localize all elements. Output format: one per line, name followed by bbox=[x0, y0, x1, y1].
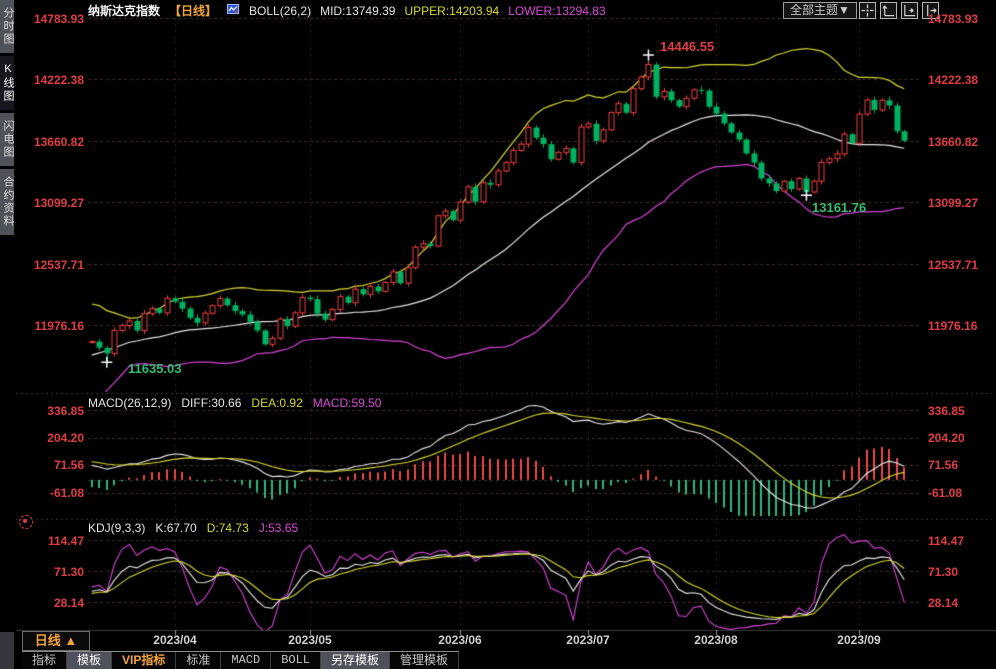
macd-dea-value: DEA:0.92 bbox=[251, 396, 303, 410]
macd-header: MACD(26,12,9) DIFF:30.66 DEA:0.92 MACD:5… bbox=[88, 396, 381, 410]
period-arrow-icon: ▲ bbox=[64, 633, 78, 648]
chart-header: 纳斯达克指数 【日线】 BOLL(26,2) MID:13749.39 UPPE… bbox=[88, 2, 606, 19]
symbol-title: 纳斯达克指数 bbox=[88, 4, 161, 18]
macd-params-label: MACD(26,12,9) bbox=[88, 396, 172, 410]
x-axis-label: 2023/08 bbox=[694, 633, 738, 647]
sidebar-item-timeshare[interactable]: 分时图 bbox=[0, 0, 14, 53]
price-axis-label: 12537.71 bbox=[33, 258, 84, 272]
kdj-axis-label: 71.30 bbox=[928, 565, 959, 579]
macd-axis-label: 204.20 bbox=[47, 431, 84, 445]
x-axis-label: 2023/06 bbox=[438, 633, 482, 647]
kdj-axis-label: 114.47 bbox=[47, 534, 84, 548]
macd-axis-label: -61.08 bbox=[928, 486, 963, 500]
price-axis-label: 13660.82 bbox=[33, 135, 84, 149]
period-select-button[interactable]: 日线 ▲ bbox=[22, 631, 90, 651]
tab-macd[interactable]: MACD bbox=[221, 652, 272, 669]
bottom-tab-bar: 指标 模板 VIP指标 标准 MACD BOLL 另存模板 管理模板 bbox=[22, 651, 460, 669]
zoom-vertical-icon[interactable] bbox=[880, 2, 897, 19]
main-chart-canvas[interactable] bbox=[0, 0, 996, 669]
kdj-axis-label: 71.30 bbox=[53, 565, 84, 579]
zoom-horizontal-icon[interactable] bbox=[901, 2, 918, 19]
price-axis-label: 13099.27 bbox=[33, 196, 84, 210]
x-axis-label: 2023/05 bbox=[288, 633, 332, 647]
theme-select-button[interactable]: 全部主题▼ bbox=[783, 2, 857, 19]
macd-macd-value: MACD:59.50 bbox=[312, 396, 382, 410]
tab-boll[interactable]: BOLL bbox=[271, 652, 322, 669]
price-axis-label: 14222.38 bbox=[928, 73, 979, 87]
tab-indicator[interactable]: 指标 bbox=[22, 652, 68, 669]
price-axis-label: 13099.27 bbox=[928, 196, 979, 210]
price-axis-label: 13660.82 bbox=[928, 135, 979, 149]
annotation-period-high: 14446.55 bbox=[660, 39, 715, 54]
left-sidebar: 分时图 K线图 闪电图 合约资料 bbox=[0, 0, 14, 632]
indicator-marker-icon[interactable] bbox=[19, 515, 33, 529]
top-toolbar bbox=[859, 2, 939, 19]
sidebar-bottom-block bbox=[0, 632, 14, 669]
crosshair-icon[interactable] bbox=[859, 2, 876, 19]
price-axis-label: 11976.16 bbox=[34, 319, 84, 333]
app-root: 分时图 K线图 闪电图 合约资料 纳斯达克指数 【日线】 BOLL(26,2) … bbox=[0, 0, 996, 669]
annotation-march-low: 11635.03 bbox=[128, 361, 182, 376]
macd-axis-label: 71.56 bbox=[928, 458, 959, 472]
kdj-d-value: D:74.73 bbox=[206, 521, 249, 535]
macd-axis-label: 71.56 bbox=[53, 458, 84, 472]
price-axis-label: 11976.16 bbox=[928, 319, 978, 333]
kdj-header: KDJ(9,3,3) K:67.70 D:74.73 J:53.65 bbox=[88, 521, 298, 535]
tab-vip-indicator[interactable]: VIP指标 bbox=[112, 652, 177, 669]
kdj-axis-label: 28.14 bbox=[53, 596, 84, 610]
macd-axis-label: 204.20 bbox=[928, 431, 965, 445]
kline-indicator-icon bbox=[226, 2, 240, 19]
annotation-august-low: 13161.76 bbox=[812, 200, 867, 215]
tab-save-template[interactable]: 另存模板 bbox=[321, 652, 391, 669]
macd-diff-value: DIFF:30.66 bbox=[181, 396, 242, 410]
tab-manage-template[interactable]: 管理模板 bbox=[390, 652, 460, 669]
price-axis-label: 12537.71 bbox=[928, 258, 979, 272]
macd-axis-label: 336.85 bbox=[47, 404, 84, 418]
period-tag: 【日线】 bbox=[169, 4, 218, 18]
period-label: 日线 bbox=[34, 633, 61, 648]
macd-axis-label: -61.08 bbox=[49, 486, 84, 500]
sidebar-item-lightning[interactable]: 闪电图 bbox=[0, 113, 14, 166]
kdj-axis-label: 114.47 bbox=[928, 534, 965, 548]
x-axis-label: 2023/07 bbox=[566, 633, 610, 647]
price-axis-label: 14783.93 bbox=[33, 12, 84, 26]
kdj-k-value: K:67.70 bbox=[155, 521, 197, 535]
boll-mid-value: MID:13749.39 bbox=[320, 3, 396, 18]
sidebar-item-contract-info[interactable]: 合约资料 bbox=[0, 169, 14, 235]
boll-upper-value: UPPER:14203.94 bbox=[404, 3, 500, 18]
kdj-params-label: KDJ(9,3,3) bbox=[88, 521, 146, 535]
price-axis-label: 14222.38 bbox=[33, 73, 84, 87]
kdj-j-value: J:53.65 bbox=[258, 521, 299, 535]
tab-standard[interactable]: 标准 bbox=[176, 652, 222, 669]
boll-params-label: BOLL(26,2) bbox=[249, 3, 312, 18]
price-axis-label: 14783.93 bbox=[928, 12, 979, 26]
macd-axis-label: 336.85 bbox=[928, 404, 965, 418]
kdj-axis-label: 28.14 bbox=[928, 596, 959, 610]
x-axis-label: 2023/09 bbox=[837, 633, 881, 647]
tab-template[interactable]: 模板 bbox=[67, 652, 113, 669]
sidebar-item-kline[interactable]: K线图 bbox=[0, 56, 14, 110]
x-axis-label: 2023/04 bbox=[153, 633, 197, 647]
boll-lower-value: LOWER:13294.83 bbox=[508, 3, 606, 18]
